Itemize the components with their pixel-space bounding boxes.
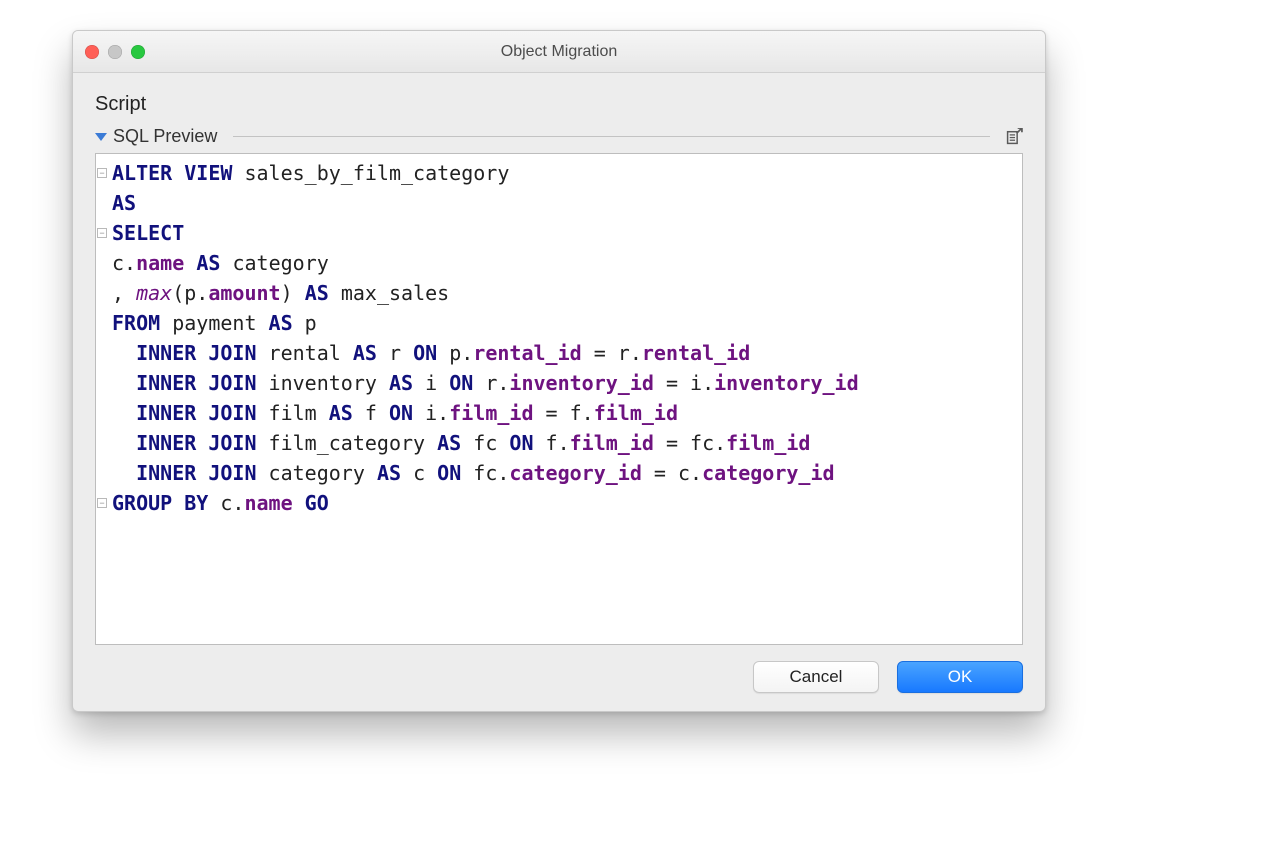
sql-code[interactable]: ALTER VIEW sales_by_film_category AS SEL…	[108, 154, 1022, 644]
section-title: SQL Preview	[113, 126, 217, 147]
zoom-window-icon[interactable]	[131, 45, 145, 59]
open-externally-icon[interactable]	[1006, 128, 1023, 145]
titlebar: Object Migration	[73, 31, 1045, 73]
section-divider	[233, 136, 990, 137]
dialog-buttons: Cancel OK	[95, 645, 1023, 693]
sql-preview-editor[interactable]: − − − ALTER VIEW sales_by_film_category AS…	[95, 153, 1023, 645]
window-controls	[85, 31, 145, 72]
minimize-window-icon[interactable]	[108, 45, 122, 59]
fold-marker-icon[interactable]: −	[97, 228, 107, 238]
code-gutter: − − −	[96, 154, 108, 644]
disclosure-triangle-icon[interactable]	[95, 133, 107, 141]
dialog-body: Script SQL Preview − − − ALTER VIEW sales_…	[73, 73, 1045, 711]
object-migration-dialog: Object Migration Script SQL Preview − − − …	[72, 30, 1046, 712]
ok-button[interactable]: OK	[897, 661, 1023, 693]
fold-marker-icon[interactable]: −	[97, 498, 107, 508]
cancel-button[interactable]: Cancel	[753, 661, 879, 693]
script-heading: Script	[95, 93, 1023, 116]
close-window-icon[interactable]	[85, 45, 99, 59]
fold-marker-icon[interactable]: −	[97, 168, 107, 178]
window-title: Object Migration	[501, 43, 618, 61]
sql-preview-header: SQL Preview	[95, 126, 1023, 147]
